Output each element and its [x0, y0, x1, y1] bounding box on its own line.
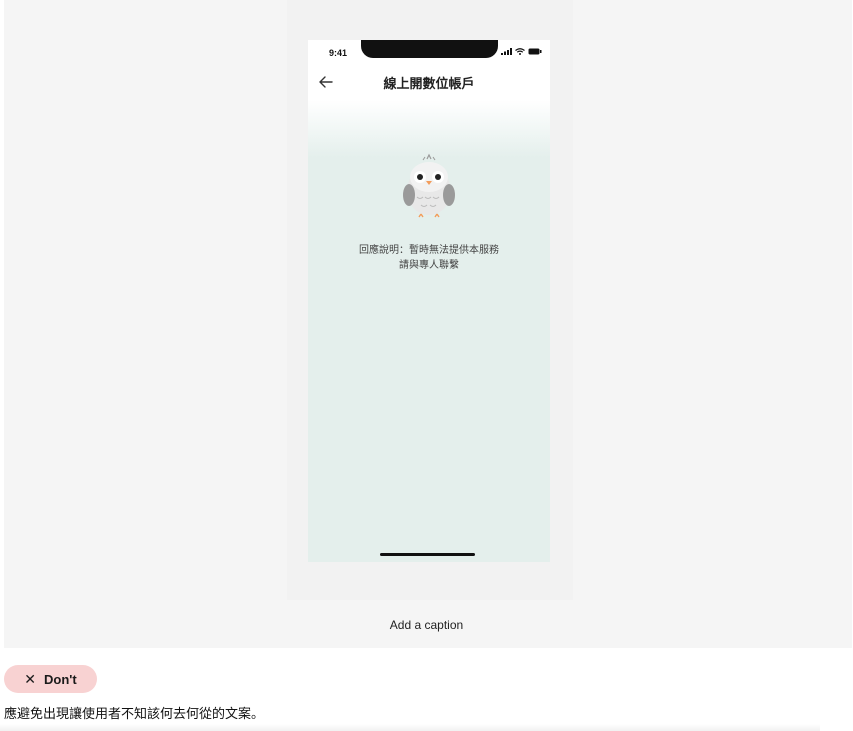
- caption-input[interactable]: Add a caption: [0, 618, 853, 632]
- wifi-icon: [515, 48, 525, 55]
- message-line-1: 回應說明：暫時無法提供本服務: [359, 245, 499, 256]
- phone-notch: [361, 40, 498, 58]
- message-line-2: 請與專人聯繫: [399, 260, 459, 271]
- bottom-shadow: [0, 724, 820, 731]
- dont-badge-label: Don't: [44, 671, 77, 687]
- home-indicator: [380, 553, 475, 556]
- dont-badge: ✕ Don't: [4, 665, 97, 693]
- error-message: 回應說明：暫時無法提供本服務 請與專人聯繫: [308, 243, 550, 273]
- owl-mascot-icon: [403, 153, 455, 218]
- status-time: 9:41: [329, 48, 348, 58]
- close-icon: ✕: [24, 670, 37, 687]
- signal-icon: [501, 48, 512, 55]
- status-icons: [501, 48, 542, 55]
- phone-screenshot: 9:41 線上開數位帳戶 回應說明：暫時無法提供本服務 請與專人聯繫: [308, 40, 550, 562]
- battery-icon: [528, 48, 542, 55]
- page-title: 線上開數位帳戶: [383, 76, 475, 91]
- guideline-description: 應避免出現讓使用者不知該何去何從的文案。: [4, 706, 265, 721]
